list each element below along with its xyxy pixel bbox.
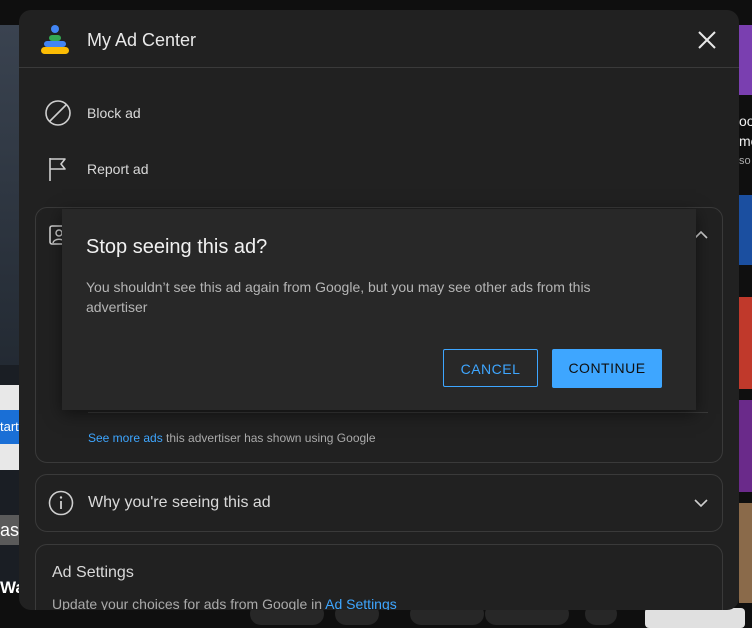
background-thumbnail	[0, 25, 20, 365]
close-icon[interactable]	[695, 28, 719, 52]
continue-button[interactable]: CONTINUE	[552, 349, 662, 388]
background-text-fragment: Wa	[0, 578, 20, 597]
background-start-button: tart	[0, 410, 20, 444]
dialog-title: Stop seeing this ad?	[86, 236, 268, 258]
background-thumbnail	[739, 25, 752, 95]
cancel-button[interactable]: CANCEL	[443, 349, 538, 387]
background-thumbnail	[739, 297, 752, 389]
panel-title: My Ad Center	[87, 30, 197, 50]
dialog-body: You shouldn’t see this ad again from Goo…	[86, 279, 591, 315]
report-ad-button[interactable]: Report ad	[43, 148, 343, 188]
see-more-rest: this advertiser has shown using Google	[162, 431, 376, 445]
background-card	[645, 608, 745, 628]
ad-settings-card: Ad Settings Update your choices for ads …	[35, 544, 723, 610]
ad-center-logo-icon	[41, 25, 69, 54]
ad-settings-desc: Update your choices for ads from Google …	[52, 596, 397, 610]
see-more-text: See more ads this advertiser has shown u…	[88, 431, 376, 445]
background-text-fragment: oo	[739, 113, 752, 129]
background-thumbnail	[739, 195, 752, 265]
background-page-right: oo me so	[739, 25, 752, 623]
background-page-left: tart as Wa	[0, 25, 20, 597]
block-ad-button[interactable]: Block ad	[43, 92, 343, 132]
flag-icon	[49, 158, 66, 181]
block-ad-label: Block ad	[87, 105, 141, 121]
see-more-ads-link[interactable]: See more ads	[88, 431, 163, 445]
background-text-fragment: me	[739, 133, 752, 149]
background-thumbnail	[739, 400, 752, 492]
info-icon	[48, 490, 74, 516]
background-text-fragment: as	[0, 515, 20, 545]
stop-seeing-ad-dialog: Stop seeing this ad? You shouldn’t see t…	[62, 209, 696, 410]
chevron-down-icon	[694, 499, 708, 508]
why-seeing-ad-section[interactable]: Why you're seeing this ad	[35, 474, 723, 532]
ad-settings-link[interactable]: Ad Settings	[325, 596, 397, 610]
divider	[88, 412, 708, 413]
report-ad-label: Report ad	[87, 161, 149, 177]
background-thumbnail	[739, 503, 752, 603]
panel-header: My Ad Center	[19, 10, 739, 68]
ad-settings-desc-text: Update your choices for ads from Google …	[52, 596, 326, 610]
why-seeing-ad-label: Why you're seeing this ad	[88, 494, 271, 511]
background-text-fragment: so	[739, 155, 751, 167]
block-icon	[45, 100, 71, 126]
ad-settings-title: Ad Settings	[52, 564, 134, 581]
